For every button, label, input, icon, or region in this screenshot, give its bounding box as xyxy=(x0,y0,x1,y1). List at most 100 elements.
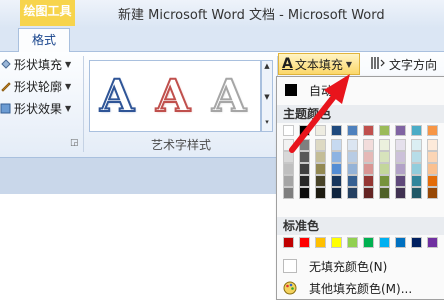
theme-color-swatch[interactable] xyxy=(427,175,438,187)
theme-color-swatch[interactable] xyxy=(363,151,374,163)
text-direction-button[interactable]: 文字方向 xyxy=(370,54,437,74)
theme-color-swatch[interactable] xyxy=(283,125,294,136)
theme-color-swatch[interactable] xyxy=(347,175,358,187)
theme-color-swatch[interactable] xyxy=(299,187,310,199)
theme-color-swatch[interactable] xyxy=(315,175,326,187)
dialog-launcher-icon[interactable]: ◲ xyxy=(70,138,79,148)
standard-color-swatch[interactable] xyxy=(299,237,310,248)
theme-color-swatch[interactable] xyxy=(283,175,294,187)
theme-color-swatch[interactable] xyxy=(315,187,326,199)
standard-color-swatch[interactable] xyxy=(427,237,438,248)
scroll-up-icon[interactable]: ▲ xyxy=(262,61,272,72)
theme-color-swatch[interactable] xyxy=(395,175,406,187)
theme-color-swatch[interactable] xyxy=(427,139,438,151)
theme-color-swatch[interactable] xyxy=(299,163,310,175)
theme-color-swatch[interactable] xyxy=(347,187,358,199)
paint-bucket-icon xyxy=(0,58,12,70)
theme-color-swatch[interactable] xyxy=(331,125,342,136)
gallery-more-icon[interactable]: ▾ xyxy=(262,117,272,128)
more-fill-colors-option[interactable]: 其他填充颜色(M)... xyxy=(277,277,444,299)
standard-color-swatch[interactable] xyxy=(411,237,422,248)
theme-color-swatch[interactable] xyxy=(315,125,326,136)
standard-color-swatch[interactable] xyxy=(315,237,326,248)
theme-color-swatch[interactable] xyxy=(347,125,358,136)
theme-color-swatch[interactable] xyxy=(363,163,374,175)
theme-color-swatch[interactable] xyxy=(363,139,374,151)
theme-color-swatch[interactable] xyxy=(363,125,374,136)
text-fill-icon: A xyxy=(282,56,293,72)
theme-color-swatch[interactable] xyxy=(299,175,310,187)
automatic-label: 自动 xyxy=(309,83,334,98)
theme-color-swatch[interactable] xyxy=(347,139,358,151)
theme-color-swatch[interactable] xyxy=(283,151,294,163)
theme-color-swatch[interactable] xyxy=(427,151,438,163)
standard-colors-heading: 标准色 xyxy=(277,217,444,235)
text-fill-dropdown: 自动 主题颜色 标准色 无填充颜色(N) 其他填充颜色(M)... xyxy=(276,76,444,300)
theme-color-swatch[interactable] xyxy=(379,175,390,187)
shape-effects-button[interactable]: 形状效果 ▼ xyxy=(0,98,71,118)
theme-color-swatch[interactable] xyxy=(395,139,406,151)
shape-outline-button[interactable]: 形状轮廓 ▼ xyxy=(0,76,71,96)
theme-color-swatch[interactable] xyxy=(363,187,374,199)
theme-color-swatch[interactable] xyxy=(379,151,390,163)
no-fill-label: 无填充颜色(N) xyxy=(309,259,388,274)
theme-color-swatch[interactable] xyxy=(347,163,358,175)
theme-color-swatch[interactable] xyxy=(427,163,438,175)
theme-color-swatch[interactable] xyxy=(315,139,326,151)
theme-color-swatch[interactable] xyxy=(315,151,326,163)
theme-color-swatch[interactable] xyxy=(283,187,294,199)
theme-color-swatch[interactable] xyxy=(331,163,342,175)
scroll-down-icon[interactable]: ▼ xyxy=(262,92,272,103)
theme-color-swatch[interactable] xyxy=(427,187,438,199)
theme-color-swatch[interactable] xyxy=(411,139,422,151)
shape-fill-label: 形状填充 xyxy=(14,57,63,72)
no-fill-option[interactable]: 无填充颜色(N) xyxy=(277,255,444,277)
theme-color-swatch[interactable] xyxy=(411,187,422,199)
standard-color-swatch[interactable] xyxy=(363,237,374,248)
theme-color-swatch[interactable] xyxy=(331,151,342,163)
wordart-styles-gallery[interactable]: A A A xyxy=(89,60,261,132)
theme-color-swatch[interactable] xyxy=(395,163,406,175)
palette-icon xyxy=(283,281,297,295)
chevron-down-icon[interactable]: ▼ xyxy=(346,60,352,69)
theme-color-swatch[interactable] xyxy=(283,163,294,175)
theme-color-swatch[interactable] xyxy=(347,151,358,163)
automatic-color-option[interactable]: 自动 xyxy=(277,81,444,99)
standard-color-swatch[interactable] xyxy=(331,237,342,248)
theme-color-swatch[interactable] xyxy=(363,175,374,187)
text-fill-label: 文本填充 xyxy=(294,57,343,72)
theme-color-swatch[interactable] xyxy=(379,187,390,199)
wordart-style-blue[interactable]: A xyxy=(99,70,135,123)
theme-color-swatch[interactable] xyxy=(299,125,310,136)
standard-color-swatch[interactable] xyxy=(395,237,406,248)
theme-color-swatch[interactable] xyxy=(379,139,390,151)
theme-color-swatch[interactable] xyxy=(331,187,342,199)
theme-color-swatch[interactable] xyxy=(379,163,390,175)
theme-color-swatch[interactable] xyxy=(299,151,310,163)
theme-color-swatch[interactable] xyxy=(411,125,422,136)
theme-color-swatch[interactable] xyxy=(299,139,310,151)
theme-color-swatch[interactable] xyxy=(411,175,422,187)
theme-color-swatch[interactable] xyxy=(427,125,438,136)
theme-color-swatch[interactable] xyxy=(283,139,294,151)
tab-format[interactable]: 格式 xyxy=(18,28,70,53)
standard-color-swatch[interactable] xyxy=(283,237,294,248)
theme-color-swatch[interactable] xyxy=(331,175,342,187)
wordart-style-gray[interactable]: A xyxy=(211,70,247,123)
theme-color-swatch[interactable] xyxy=(411,163,422,175)
theme-colors-heading: 主题颜色 xyxy=(277,105,444,123)
theme-color-swatch[interactable] xyxy=(395,187,406,199)
standard-color-swatch[interactable] xyxy=(347,237,358,248)
theme-color-swatch[interactable] xyxy=(395,151,406,163)
theme-color-swatch[interactable] xyxy=(379,125,390,136)
wordart-style-red[interactable]: A xyxy=(155,70,191,123)
standard-color-swatch[interactable] xyxy=(379,237,390,248)
text-fill-button[interactable]: A 文本填充 ▼ xyxy=(278,53,360,75)
shape-fill-button[interactable]: 形状填充 ▼ xyxy=(0,54,71,74)
theme-color-swatch[interactable] xyxy=(395,125,406,136)
drawing-tools-context-tab: 绘图工具 xyxy=(20,0,75,26)
theme-color-swatch[interactable] xyxy=(315,163,326,175)
theme-color-swatch[interactable] xyxy=(411,151,422,163)
gallery-scroll-buttons[interactable]: ▲ ▼ ▾ xyxy=(261,60,273,132)
theme-color-swatch[interactable] xyxy=(331,139,342,151)
